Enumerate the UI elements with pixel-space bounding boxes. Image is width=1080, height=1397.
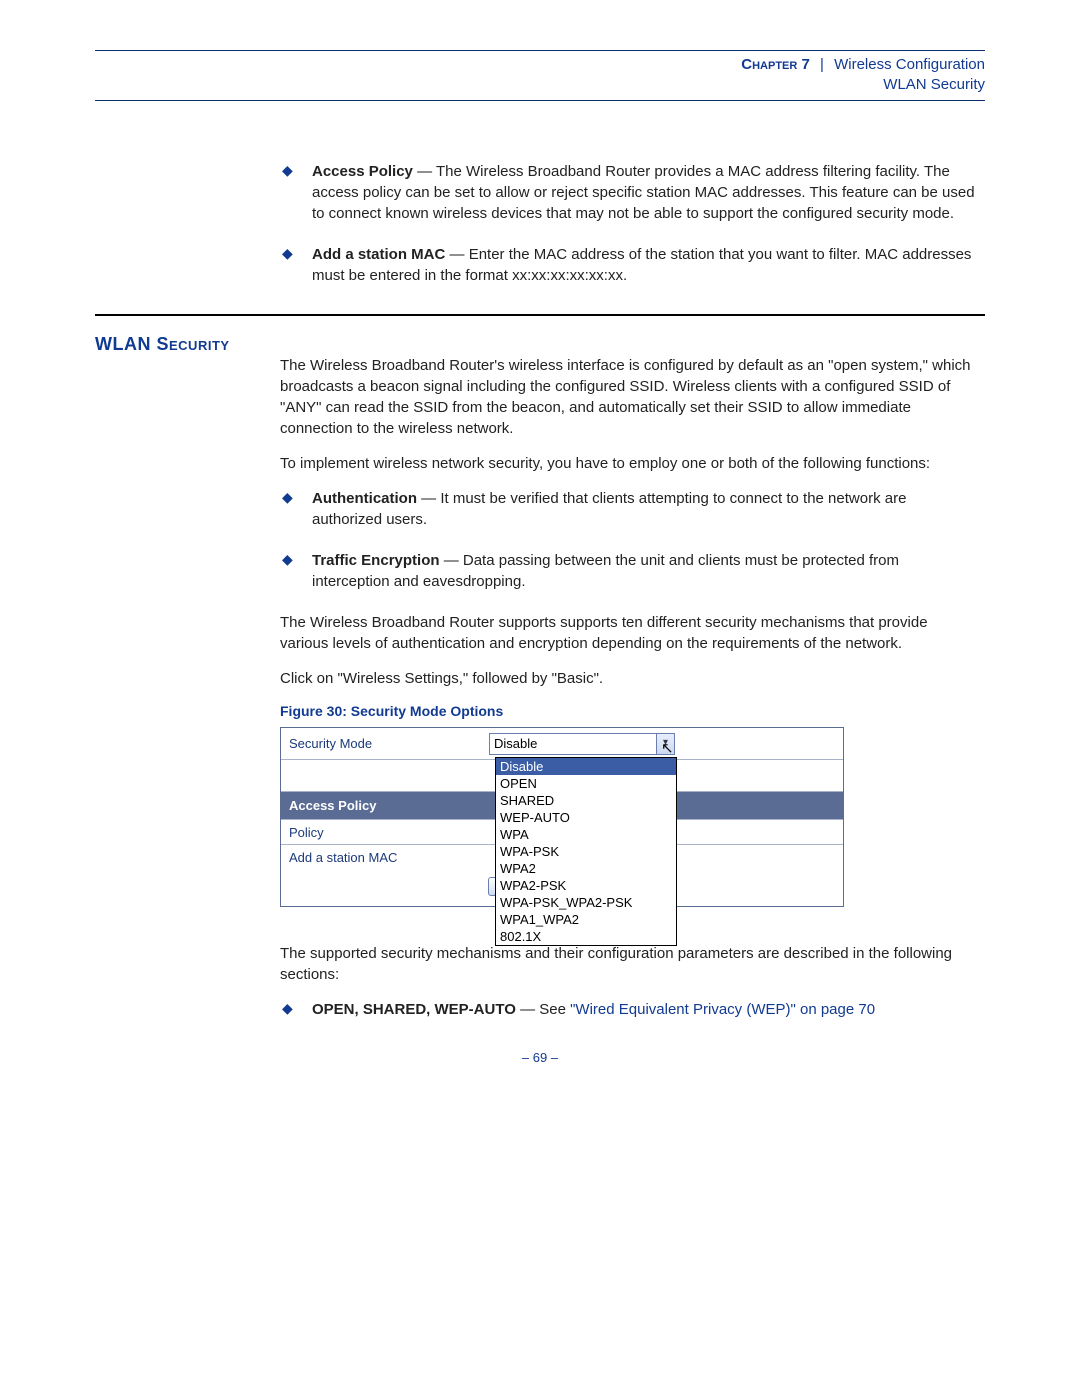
page-number: – 69 – xyxy=(95,1050,985,1065)
top-bullet-list: Access Policy — The Wireless Broadband R… xyxy=(280,161,980,286)
section-heading: WLAN Security xyxy=(95,334,985,355)
bullet-access-policy: Access Policy — The Wireless Broadband R… xyxy=(280,161,980,224)
dropdown-option[interactable]: WPA-PSK xyxy=(496,843,676,860)
security-mode-select[interactable]: Disable ▾ xyxy=(489,733,675,755)
dropdown-option[interactable]: WEP-AUTO xyxy=(496,809,676,826)
dropdown-option[interactable]: SHARED xyxy=(496,792,676,809)
functions-bullet-list: Authentication — It must be verified tha… xyxy=(280,488,980,592)
bullet-add-station-mac: Add a station MAC — Enter the MAC addres… xyxy=(280,244,980,286)
dropdown-option[interactable]: WPA2-PSK xyxy=(496,877,676,894)
bullet-term: Add a station MAC xyxy=(312,246,445,263)
header-separator: | xyxy=(814,56,830,73)
bullet-term: Access Policy xyxy=(312,163,413,180)
click-on-paragraph: Click on "Wireless Settings," followed b… xyxy=(280,668,980,689)
figure-caption: Figure 30: Security Mode Options xyxy=(280,703,980,719)
security-mode-label: Security Mode xyxy=(289,736,489,751)
implement-paragraph: To implement wireless network security, … xyxy=(280,453,980,474)
link-bullet-list: OPEN, SHARED, WEP-AUTO — See "Wired Equi… xyxy=(280,999,980,1020)
policy-label: Policy xyxy=(289,825,489,840)
bullet-term: Traffic Encryption xyxy=(312,552,440,569)
bullet-traffic-encryption: Traffic Encryption — Data passing betwee… xyxy=(280,550,980,592)
bullet-open-shared-wep: OPEN, SHARED, WEP-AUTO — See "Wired Equi… xyxy=(280,999,980,1020)
page-header: Chapter 7 | Wireless Configuration WLAN … xyxy=(95,55,985,101)
dropdown-option[interactable]: OPEN xyxy=(496,775,676,792)
wep-page-link[interactable]: "Wired Equivalent Privacy (WEP)" on page… xyxy=(570,1001,875,1018)
add-mac-label: Add a station MAC xyxy=(289,850,489,865)
supported-mech-paragraph: The supported security mechanisms and th… xyxy=(280,943,980,985)
access-policy-header: Access Policy xyxy=(289,798,489,813)
dropdown-option[interactable]: Disable xyxy=(496,758,676,775)
bullet-term: Authentication xyxy=(312,490,417,507)
dropdown-option[interactable]: WPA-PSK_WPA2-PSK xyxy=(496,894,676,911)
security-mode-value: Disable xyxy=(494,736,537,751)
security-mode-screenshot: Security Mode Disable ▾ ↖ Access Policy … xyxy=(280,727,844,907)
dropdown-option[interactable]: WPA xyxy=(496,826,676,843)
supports-paragraph: The Wireless Broadband Router supports s… xyxy=(280,612,980,654)
chevron-down-icon[interactable]: ▾ xyxy=(656,734,674,754)
intro-paragraph: The Wireless Broadband Router's wireless… xyxy=(280,355,980,439)
bullet-term: OPEN, SHARED, WEP-AUTO xyxy=(312,1001,516,1018)
bullet-authentication: Authentication — It must be verified tha… xyxy=(280,488,980,530)
chapter-label: Chapter 7 xyxy=(741,56,810,73)
section-divider xyxy=(95,314,985,316)
security-mode-dropdown[interactable]: Disable OPEN SHARED WEP-AUTO WPA WPA-PSK… xyxy=(495,757,677,946)
header-subsection: WLAN Security xyxy=(883,76,985,93)
dropdown-option[interactable]: 802.1X xyxy=(496,928,676,945)
header-section: Wireless Configuration xyxy=(834,56,985,73)
dropdown-option[interactable]: WPA1_WPA2 xyxy=(496,911,676,928)
dropdown-option[interactable]: WPA2 xyxy=(496,860,676,877)
